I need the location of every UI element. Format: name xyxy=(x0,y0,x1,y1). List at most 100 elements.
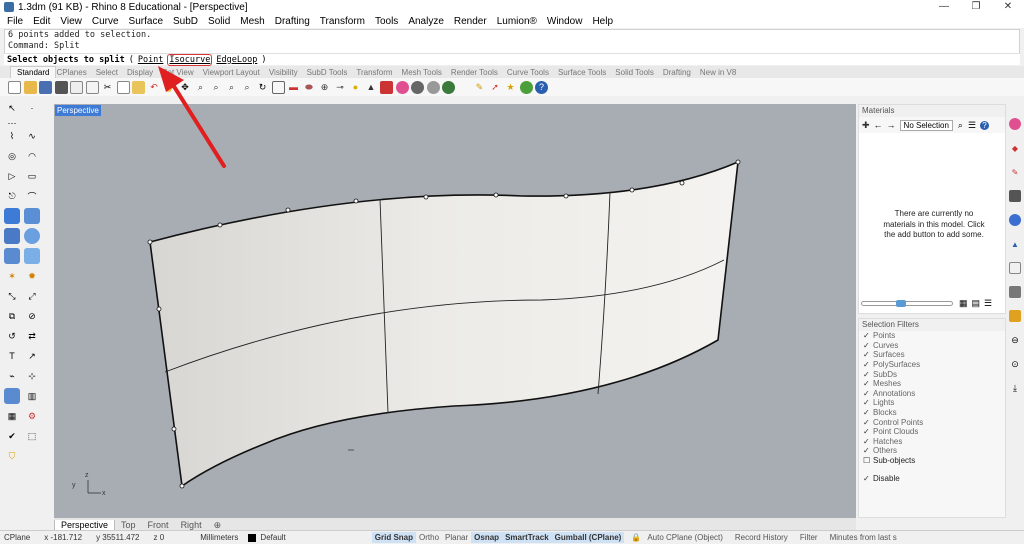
menu-mesh[interactable]: Mesh xyxy=(235,16,269,27)
move-tool-icon[interactable]: ⤡ xyxy=(4,288,20,304)
arc-icon[interactable]: ◠ xyxy=(24,148,40,164)
ungroup-icon[interactable]: ⊘ xyxy=(24,308,40,324)
check-icon[interactable]: ✔ xyxy=(4,428,20,444)
triangle-icon[interactable]: ▷ xyxy=(4,168,20,184)
menu-subd[interactable]: SubD xyxy=(168,16,203,27)
menu-view[interactable]: View xyxy=(55,16,87,27)
menu-analyze[interactable]: Analyze xyxy=(403,16,449,27)
loft-icon[interactable] xyxy=(24,208,40,224)
menu-window[interactable]: Window xyxy=(542,16,588,27)
search-icon[interactable]: ⌕ xyxy=(958,120,963,131)
menu-surface[interactable]: Surface xyxy=(124,16,168,27)
rectangle-icon[interactable]: ▭ xyxy=(24,168,40,184)
viewport-tab-front[interactable]: Front xyxy=(142,520,175,530)
chart-icon[interactable]: ▥ xyxy=(24,388,40,404)
new-file-icon[interactable] xyxy=(8,80,21,94)
display-mode-icon[interactable]: ⬬ xyxy=(303,81,316,94)
filter-sub-objects[interactable]: ☐ Sub-objects xyxy=(859,456,1005,466)
sphere-icon[interactable] xyxy=(411,80,424,94)
grid-array-icon[interactable]: ▦ xyxy=(4,408,20,424)
filter-blocks[interactable]: ✓ Blocks xyxy=(859,408,1005,418)
help-icon[interactable]: ? xyxy=(980,120,990,130)
materials-tab-icon[interactable] xyxy=(1009,118,1021,130)
filter-subds[interactable]: ✓ SubDs xyxy=(859,369,1005,379)
bell-tab-icon[interactable]: ▲ xyxy=(1009,238,1021,250)
save-icon[interactable] xyxy=(39,80,52,94)
tab-curve-tools[interactable]: Curve Tools xyxy=(507,68,558,77)
scale-icon[interactable]: ⤢ xyxy=(24,288,40,304)
tab-select[interactable]: Select xyxy=(96,68,127,77)
record-history-toggle[interactable]: Record History xyxy=(732,532,791,543)
tab-drafting[interactable]: Drafting xyxy=(663,68,700,77)
copy-clipboard-icon[interactable] xyxy=(116,80,130,94)
tab-solid-tools[interactable]: Solid Tools xyxy=(615,68,663,77)
grid-snap-toggle[interactable]: Grid Snap xyxy=(371,532,417,543)
viewport-tab-top[interactable]: Top xyxy=(115,520,142,530)
units[interactable]: Millimeters xyxy=(200,533,238,542)
brush-icon[interactable]: ✎ xyxy=(473,81,486,94)
filter-lights[interactable]: ✓ Lights xyxy=(859,398,1005,408)
rotate-icon[interactable]: ↺ xyxy=(4,328,20,344)
polyline-icon[interactable]: ⌇ xyxy=(4,128,20,144)
tab-render-tools[interactable]: Render Tools xyxy=(451,68,507,77)
tools-icon[interactable]: ⚙ xyxy=(24,408,40,424)
rotate-view-icon[interactable]: ↻ xyxy=(256,81,269,94)
display-tab-icon[interactable]: ◆ xyxy=(1009,142,1021,154)
menu-tools[interactable]: Tools xyxy=(370,16,403,27)
fillet-icon[interactable]: ⌒ xyxy=(24,188,40,204)
add-material-icon[interactable]: ✚ xyxy=(862,120,870,131)
menu-file[interactable]: File xyxy=(2,16,28,27)
render-tab-icon[interactable] xyxy=(1009,214,1021,226)
highlight-icon[interactable]: ★ xyxy=(504,81,517,94)
filter-meshes[interactable]: ✓ Meshes xyxy=(859,379,1005,389)
menu-curve[interactable]: Curve xyxy=(87,16,124,27)
copy-icon[interactable] xyxy=(85,80,99,94)
current-layer[interactable]: Default xyxy=(260,533,285,542)
filter-annotations[interactable]: ✓ Annotations xyxy=(859,389,1005,399)
select-arrow-icon[interactable]: ↖ xyxy=(4,100,20,116)
filter-disable[interactable]: ✓ Disable xyxy=(859,473,1005,483)
box-icon[interactable] xyxy=(4,228,20,244)
filter-surfaces[interactable]: ✓ Surfaces xyxy=(859,350,1005,360)
close-button[interactable]: ✕ xyxy=(992,0,1024,14)
tab-visibility[interactable]: Visibility xyxy=(269,68,307,77)
osnap-toggle[interactable]: Osnap xyxy=(471,532,503,543)
layer-icon[interactable] xyxy=(380,80,393,94)
layer-color-swatch[interactable] xyxy=(248,533,257,542)
viewport-tab-perspective[interactable]: Perspective xyxy=(54,519,116,531)
minimize-button[interactable]: — xyxy=(928,0,960,14)
auto-cplane-toggle[interactable]: Auto CPlane (Object) xyxy=(644,532,726,543)
offset-icon[interactable]: ⎋ xyxy=(4,188,20,204)
car-icon[interactable]: ▬ xyxy=(287,81,300,94)
list-view-icon[interactable]: ▤ xyxy=(972,298,981,309)
tab-new-in-v8[interactable]: New in V8 xyxy=(700,68,745,77)
viewport-layout-icon[interactable] xyxy=(271,80,285,94)
grid-view-icon[interactable]: ▦ xyxy=(959,298,968,309)
menu-drafting[interactable]: Drafting xyxy=(270,16,315,27)
filter-control-points[interactable]: ✓ Control Points xyxy=(859,417,1005,427)
settings-tab-icon[interactable]: ⊙ xyxy=(1009,358,1021,370)
ortho-toggle[interactable]: Ortho xyxy=(416,532,442,543)
filter-polysurfaces[interactable]: ✓ PolySurfaces xyxy=(859,360,1005,370)
monitor-tab-icon[interactable] xyxy=(1009,190,1021,202)
back-arrow-icon[interactable]: ← xyxy=(874,120,883,130)
gumball-toggle[interactable]: Gumball (CPlane) xyxy=(551,532,625,543)
surface-icon[interactable] xyxy=(4,208,20,224)
group-icon[interactable]: ⧉ xyxy=(4,308,20,324)
filter-curves[interactable]: ✓ Curves xyxy=(859,341,1005,351)
menu-edit[interactable]: Edit xyxy=(28,16,55,27)
cut-icon[interactable]: ✂ xyxy=(101,81,114,94)
mesh-icon[interactable] xyxy=(24,248,40,264)
material-selector[interactable]: No Selection xyxy=(899,119,953,131)
light-icon[interactable]: ✶ xyxy=(4,268,20,284)
tab-mesh-tools[interactable]: Mesh Tools xyxy=(402,68,451,77)
analyze-icon[interactable]: ⊹ xyxy=(24,368,40,384)
restore-button[interactable]: ❐ xyxy=(960,0,992,14)
tab-subd-tools[interactable]: SubD Tools xyxy=(307,68,357,77)
filter-point-clouds[interactable]: ✓ Point Clouds xyxy=(859,427,1005,437)
curve-from-object-icon[interactable]: ⌁ xyxy=(4,368,20,384)
cplane-mode[interactable]: CPlane xyxy=(4,533,30,542)
smarttrack-toggle[interactable]: SmartTrack xyxy=(502,532,552,543)
detail-view-icon[interactable]: ☰ xyxy=(984,298,992,309)
slider-knob[interactable] xyxy=(896,299,906,307)
